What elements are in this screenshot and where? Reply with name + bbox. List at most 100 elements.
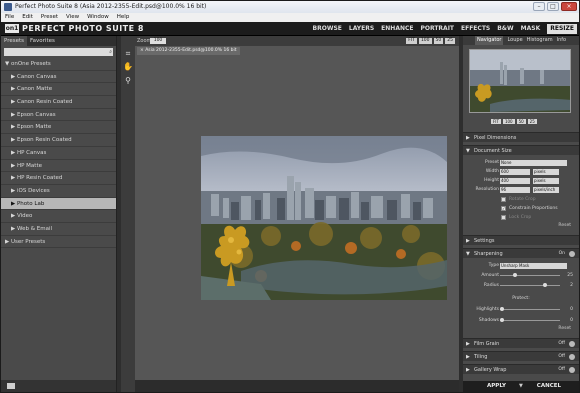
preset-list-item[interactable]: ▶ Epson Resin Coated	[1, 134, 116, 147]
navigator-thumbnail[interactable]	[469, 49, 571, 113]
resolution-field[interactable]: 96	[500, 186, 530, 193]
section-document-size[interactable]: ▼ Document Size	[463, 145, 579, 155]
lock-crop-checkbox[interactable]	[501, 215, 506, 220]
radius-slider-handle[interactable]	[543, 283, 547, 287]
section-settings[interactable]: ▶ Settings	[463, 235, 579, 245]
highlights-slider-handle[interactable]	[500, 307, 504, 311]
preset-group-header[interactable]: ▶ User Presets	[1, 236, 116, 249]
mode-layers[interactable]: LAYERS	[349, 24, 374, 34]
maximize-button[interactable]: □	[547, 2, 559, 11]
preset-list-item[interactable]: ▶ HP Matte	[1, 160, 116, 173]
section-title: Pixel Dimensions	[474, 135, 517, 141]
shadows-slider[interactable]	[500, 320, 560, 321]
sharpening-power-icon[interactable]	[569, 251, 575, 257]
zoom-100-button[interactable]: 100	[418, 38, 432, 44]
tab-presets[interactable]: Presets	[1, 36, 28, 46]
width-unit-select[interactable]: pixels	[533, 168, 559, 175]
document-tab[interactable]: × Asia 2012-2355-Edit.psd@100.0% 16 bit	[137, 47, 240, 55]
preset-list-item[interactable]: ▶ Web & Email	[1, 223, 116, 236]
height-label: Height	[484, 178, 499, 183]
navigator-image	[470, 50, 570, 112]
tab-histogram[interactable]: Histogram	[527, 36, 553, 45]
section-tiling[interactable]: ▶ Tiling Off	[463, 351, 579, 361]
zoom-25-button[interactable]: 25	[445, 38, 455, 44]
mode-browse[interactable]: BROWSE	[313, 24, 342, 34]
section-film-grain[interactable]: ▶ Film Grain Off	[463, 338, 579, 348]
zoom-50-button[interactable]: 50	[433, 38, 444, 44]
resolution-unit-select[interactable]: pixels/inch	[533, 186, 559, 193]
section-pixel-dimensions[interactable]: ▶ Pixel Dimensions	[463, 132, 579, 142]
section-sharpening[interactable]: ▼ Sharpening On	[463, 248, 579, 258]
preset-list-item[interactable]: ▶ Epson Matte	[1, 121, 116, 135]
radius-value: 2	[570, 283, 573, 288]
menu-preset[interactable]: Preset	[41, 13, 58, 22]
apply-button[interactable]: APPLY	[487, 381, 506, 392]
navigator-tabs: Navigator Loupe Histogram Info	[463, 36, 579, 45]
mode-portrait[interactable]: PORTRAIT	[420, 24, 454, 34]
mode-mask[interactable]: MASK	[521, 24, 541, 34]
preset-list-item[interactable]: ▶ Video	[1, 210, 116, 223]
height-field[interactable]: 400	[500, 177, 530, 184]
radius-slider[interactable]	[500, 285, 560, 286]
preset-list-item[interactable]: ▶ Canon Matte	[1, 83, 116, 97]
logo-mark: on1	[5, 24, 19, 33]
menu-view[interactable]: View	[66, 13, 79, 22]
fit-button[interactable]: FIT	[406, 38, 417, 44]
tab-info[interactable]: Info	[557, 36, 566, 45]
section-gallery-wrap[interactable]: ▶ Gallery Wrap Off	[463, 364, 579, 374]
zoom-tool-icon[interactable]: ⚲	[123, 76, 133, 86]
mode-switcher: BROWSE LAYERS ENHANCE PORTRAIT EFFECTS B…	[313, 24, 577, 34]
cancel-button[interactable]: CANCEL	[537, 381, 561, 392]
amount-slider[interactable]	[500, 275, 560, 276]
shadows-slider-handle[interactable]	[500, 318, 504, 322]
add-preset-icon[interactable]	[7, 383, 15, 389]
nav-25-button[interactable]: 25	[527, 119, 537, 124]
section-title: Sharpening	[474, 251, 503, 257]
amount-slider-handle[interactable]	[513, 273, 517, 277]
preset-group-header[interactable]: ▼ onOne Presets	[1, 58, 116, 71]
preset-select[interactable]: None	[500, 159, 567, 166]
film-grain-power-icon[interactable]	[569, 341, 575, 347]
menu-help[interactable]: Help	[117, 13, 130, 22]
menu-window[interactable]: Window	[87, 13, 109, 22]
hand-tool-icon[interactable]: ✋	[123, 62, 133, 72]
nav-fit-button[interactable]: FIT	[491, 119, 501, 124]
rotate-crop-checkbox[interactable]	[501, 197, 506, 202]
menu-file[interactable]: File	[5, 13, 14, 22]
mode-resize[interactable]: RESIZE	[547, 24, 577, 34]
preset-list-item[interactable]: ▶ HP Canvas	[1, 147, 116, 160]
height-unit-select[interactable]: pixels	[533, 177, 559, 184]
highlights-slider[interactable]	[500, 309, 560, 310]
tab-loupe[interactable]: Loupe	[507, 36, 522, 45]
nav-50-button[interactable]: 50	[516, 119, 526, 124]
width-field[interactable]: 600	[500, 168, 530, 175]
mode-effects[interactable]: EFFECTS	[461, 24, 490, 34]
preset-list-item[interactable]: ▶ HP Resin Coated	[1, 172, 116, 185]
menu-edit[interactable]: Edit	[22, 13, 33, 22]
preset-list: ▼ onOne Presets ▶ Canon Canvas ▶ Canon Mat…	[1, 58, 116, 249]
mode-bw[interactable]: B&W	[497, 24, 513, 34]
shadows-row: Shadows 0	[463, 317, 579, 324]
tab-favorites[interactable]: Favorites	[27, 36, 58, 46]
tiling-power-icon[interactable]	[569, 354, 575, 360]
gallery-wrap-power-icon[interactable]	[569, 367, 575, 373]
apply-menu-icon[interactable]: ▼	[519, 381, 523, 392]
preset-list-item[interactable]: ▶ Canon Canvas	[1, 71, 116, 84]
sharpen-type-select[interactable]: Unsharp Mask	[500, 262, 567, 269]
minimize-button[interactable]: –	[533, 2, 545, 11]
app-icon	[4, 3, 12, 11]
zoom-field[interactable]: 100	[150, 38, 166, 44]
sharpen-reset-button[interactable]: Reset	[558, 326, 571, 331]
preset-list-item[interactable]: ▶ Epson Canvas	[1, 109, 116, 122]
close-button[interactable]: ×	[561, 2, 577, 11]
preset-list-item[interactable]: ▶ iOS Devices	[1, 185, 116, 198]
preset-list-item[interactable]: ▶ Photo Lab	[1, 197, 116, 211]
preset-search-input[interactable]: ⌕	[4, 48, 113, 56]
constrain-checkbox[interactable]: ✓	[501, 206, 506, 211]
mode-enhance[interactable]: ENHANCE	[381, 24, 413, 34]
preset-list-item[interactable]: ▶ Canon Resin Coated	[1, 96, 116, 109]
tab-navigator[interactable]: Navigator	[475, 36, 504, 45]
crop-tool-icon[interactable]: ⌗	[123, 49, 133, 59]
doc-reset-button[interactable]: Reset	[558, 223, 571, 228]
nav-100-button[interactable]: 100	[502, 119, 515, 124]
